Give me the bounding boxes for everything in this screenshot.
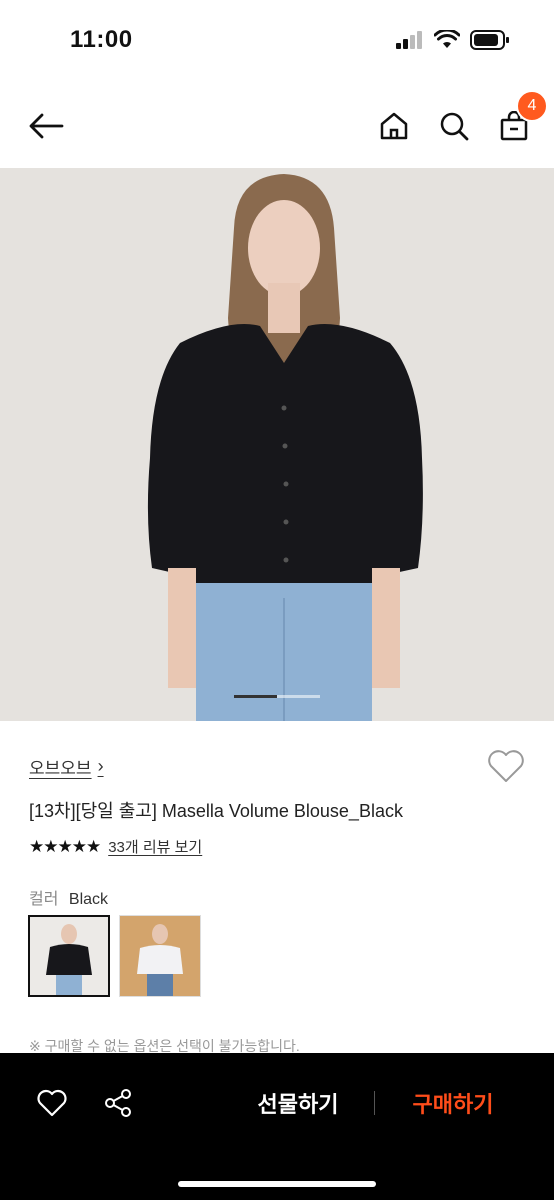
product-photo (0, 168, 554, 721)
swatch-white-thumbnail (120, 916, 200, 996)
back-button[interactable] (24, 104, 68, 148)
wishlist-button[interactable] (486, 748, 526, 788)
bottom-wishlist-button[interactable] (32, 1083, 72, 1123)
color-swatch-white[interactable] (119, 915, 201, 997)
status-bar: 11:00 (0, 0, 554, 84)
wifi-icon (433, 28, 461, 55)
carousel-indicator-active (234, 695, 277, 698)
back-arrow-icon (29, 113, 64, 139)
swatch-black-thumbnail (30, 917, 108, 995)
heart-outline-icon (488, 750, 524, 782)
battery-icon (470, 30, 510, 55)
brand-name: 오브오브 (29, 759, 92, 778)
share-button[interactable] (98, 1083, 138, 1123)
color-label: 컬러 (29, 891, 59, 908)
cart-button[interactable]: 4 (492, 90, 548, 148)
nav-bar: 4 (0, 84, 554, 168)
chevron-right-icon: › (97, 756, 104, 776)
brand-link[interactable]: 오브오브 › (29, 754, 104, 779)
buy-button[interactable]: 구매하기 (396, 1087, 510, 1119)
search-button[interactable] (432, 104, 476, 148)
color-value: Black (68, 891, 109, 908)
rating-stars: ★★★★★ (29, 836, 101, 856)
heart-outline-icon (37, 1089, 67, 1117)
status-time: 11:00 (70, 26, 133, 53)
color-option-label: 컬러 Black (29, 885, 108, 909)
home-indicator (178, 1181, 376, 1187)
share-icon (105, 1089, 131, 1117)
button-divider (374, 1091, 375, 1115)
home-button[interactable] (372, 104, 416, 148)
status-icons (396, 28, 510, 55)
color-swatch-black[interactable] (28, 915, 110, 997)
rating-row: ★★★★★ 33개 리뷰 보기 (29, 836, 202, 857)
cart-count-badge: 4 (516, 90, 548, 122)
review-link[interactable]: 33개 리뷰 보기 (108, 836, 202, 857)
bottom-action-bar: 선물하기 구매하기 (0, 1053, 554, 1200)
carousel-indicator (234, 695, 320, 698)
product-image[interactable] (0, 168, 554, 721)
search-icon (440, 112, 469, 141)
gift-button[interactable]: 선물하기 (238, 1087, 358, 1119)
home-icon (380, 112, 408, 140)
product-title: [13차][당일 출고] Masella Volume Blouse_Black (29, 801, 403, 821)
cellular-signal-icon (396, 31, 424, 54)
